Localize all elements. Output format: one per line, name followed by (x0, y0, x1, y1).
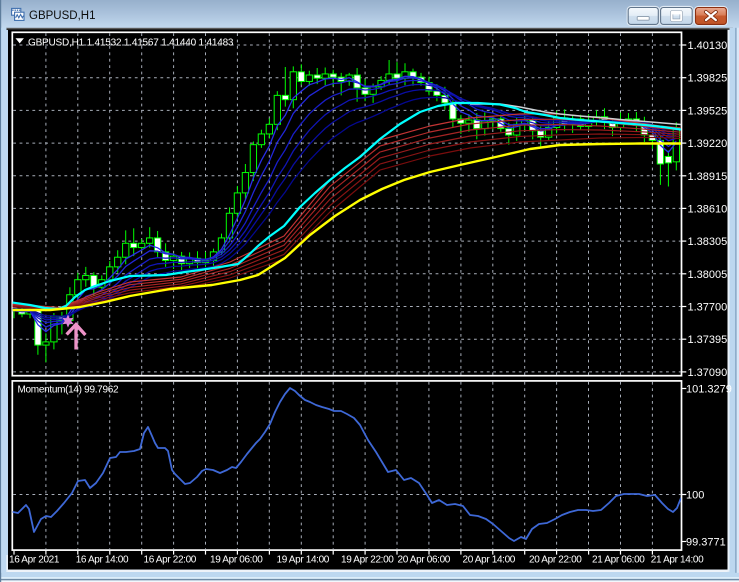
svg-text:1.39825: 1.39825 (688, 73, 728, 85)
svg-text:GBPUSD,H1: GBPUSD,H1 (29, 10, 95, 22)
svg-text:20 Apr 06:00: 20 Apr 06:00 (398, 555, 451, 566)
svg-text:99.3771: 99.3771 (686, 537, 726, 549)
svg-text:21 Apr 14:00: 21 Apr 14:00 (651, 555, 704, 566)
svg-text:16 Apr 22:00: 16 Apr 22:00 (144, 555, 197, 566)
svg-text:1.38305: 1.38305 (688, 236, 728, 248)
svg-text:20 Apr 22:00: 20 Apr 22:00 (529, 555, 582, 566)
svg-text:21 Apr 06:00: 21 Apr 06:00 (592, 555, 645, 566)
svg-text:20 Apr 14:00: 20 Apr 14:00 (463, 555, 516, 566)
svg-text:16 Apr 14:00: 16 Apr 14:00 (76, 555, 129, 566)
svg-text:1.37700: 1.37700 (688, 302, 728, 314)
svg-text:19 Apr 22:00: 19 Apr 22:00 (341, 555, 394, 566)
svg-text:101.3279: 101.3279 (686, 384, 732, 396)
svg-text:1.39220: 1.39220 (688, 138, 728, 150)
svg-text:1.38915: 1.38915 (688, 171, 728, 183)
svg-text:1.38610: 1.38610 (688, 203, 728, 215)
svg-text:100: 100 (686, 490, 704, 502)
svg-text:1.38005: 1.38005 (688, 269, 728, 281)
svg-text:1.37395: 1.37395 (688, 334, 728, 346)
svg-text:Momentum(14) 99.7962: Momentum(14) 99.7962 (18, 385, 119, 396)
svg-text:GBPUSD,H1 1.41532 1.41567 1.41: GBPUSD,H1 1.41532 1.41567 1.41440 1.4148… (28, 38, 234, 49)
svg-text:19 Apr 06:00: 19 Apr 06:00 (210, 555, 263, 566)
svg-text:1.37090: 1.37090 (688, 367, 728, 379)
svg-text:1.39525: 1.39525 (688, 105, 728, 117)
svg-text:1.40130: 1.40130 (688, 40, 728, 52)
svg-text:19 Apr 14:00: 19 Apr 14:00 (277, 555, 330, 566)
svg-text:16 Apr 2021: 16 Apr 2021 (9, 555, 60, 566)
